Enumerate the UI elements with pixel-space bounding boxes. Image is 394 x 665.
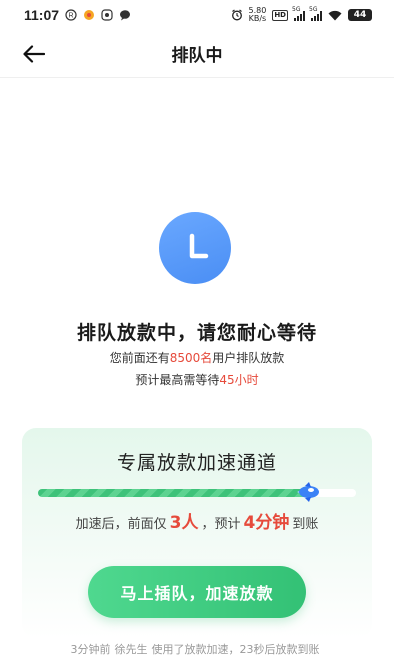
wifi-icon	[328, 10, 342, 21]
app-notification-icon	[83, 9, 95, 21]
accel-people: 3人	[169, 513, 199, 533]
queue-ahead-count: 8500名	[169, 351, 213, 365]
hd-badge: HD	[272, 9, 288, 21]
chat-bubble-icon	[119, 9, 131, 21]
nav-bar: 排队中	[0, 30, 394, 78]
page-title: 排队中	[171, 46, 223, 66]
jump-queue-button[interactable]: 马上插队，加速放款	[88, 566, 306, 618]
activity-ticker: 3分钟前 徐先生 使用了放款加速，23秒后放款到账	[0, 641, 394, 657]
alarm-icon	[231, 9, 243, 21]
progress-bar	[38, 482, 356, 502]
queue-ahead-suffix: 用户排队放款	[212, 351, 285, 365]
queue-wait-prefix: 预计最高需等待	[135, 373, 220, 387]
progress-fill	[38, 489, 311, 497]
status-left: 11:07 R	[24, 7, 131, 23]
battery-indicator: 44	[348, 9, 372, 21]
signal-1-icon: 5G	[292, 6, 305, 21]
queue-ahead-text: 您前面还有8500名用户排队放款	[0, 349, 394, 366]
back-arrow-icon	[23, 45, 45, 63]
signal-2-icon: 5G	[309, 6, 322, 21]
screen-icon	[101, 9, 113, 21]
ticker-user: 徐先生	[114, 643, 148, 656]
clock-icon	[159, 212, 231, 284]
net-speed-unit: KB/s	[248, 14, 267, 23]
ticker-text: 使用了放款加速，23秒后放款到账	[151, 643, 320, 656]
accel-minutes: 4分钟	[243, 513, 290, 533]
accel-mid: ，预计	[201, 517, 241, 532]
status-right: 5.80 KB/s HD 5G 5G 44	[231, 6, 372, 23]
signal-2-label: 5G	[309, 5, 318, 13]
net-speed: 5.80 KB/s	[249, 7, 267, 23]
card-title: 专属放款加速通道	[116, 452, 277, 474]
rocket-icon	[295, 481, 321, 503]
queue-ahead-prefix: 您前面还有	[109, 351, 170, 365]
accel-prefix: 加速后，前面仅	[75, 517, 167, 532]
queue-wait-hours: 45小时	[219, 373, 259, 387]
acceleration-text: 加速后，前面仅 3人 ，预计 4分钟 到账	[22, 508, 372, 533]
status-bar: 11:07 R 5.80 KB/s HD 5G 5G 44	[0, 0, 394, 30]
svg-text:R: R	[69, 13, 74, 20]
queue-wait-text: 预计最高需等待45小时	[0, 371, 394, 388]
queue-headline: 排队放款中，请您耐心等待	[76, 322, 317, 344]
back-button[interactable]	[20, 40, 48, 68]
acceleration-card: 专属放款加速通道 加速后，前面仅 3人 ，预计 4分钟 到账 马上插队，加速放款	[22, 428, 372, 638]
r-circle-icon: R	[65, 9, 77, 21]
signal-1-label: 5G	[292, 5, 301, 13]
ticker-time: 3分钟前	[70, 643, 111, 656]
accel-suffix: 到账	[292, 517, 319, 532]
status-time: 11:07	[24, 7, 60, 23]
